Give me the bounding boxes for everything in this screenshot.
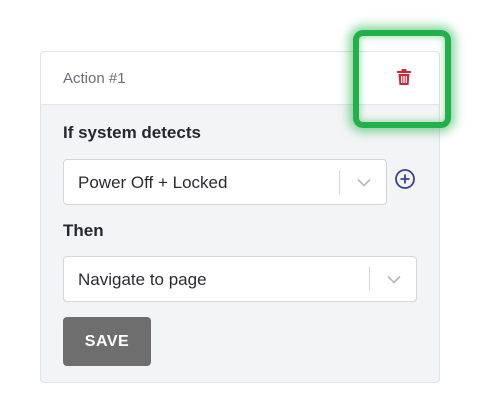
save-button[interactable]: SAVE: [63, 317, 151, 366]
trash-icon: [396, 68, 412, 91]
select-divider: [339, 170, 340, 194]
add-condition-button[interactable]: [394, 168, 416, 190]
chevron-down-icon[interactable]: [353, 172, 375, 192]
action-label: Then: [63, 221, 104, 240]
condition-select-value: Power Off + Locked: [78, 173, 228, 192]
canvas: Action #1 If system detects Power Off + …: [0, 0, 483, 403]
chevron-down-icon[interactable]: [383, 269, 405, 289]
plus-circle-icon: [394, 169, 416, 194]
select-divider: [369, 267, 370, 291]
action-select[interactable]: Navigate to page: [63, 256, 417, 302]
delete-action-button[interactable]: [393, 68, 415, 90]
action-card-title: Action #1: [63, 70, 126, 87]
condition-select[interactable]: Power Off + Locked: [63, 159, 387, 205]
action-select-value: Navigate to page: [78, 270, 207, 289]
condition-label: If system detects: [63, 123, 201, 142]
action-card-header: Action #1: [41, 52, 439, 105]
